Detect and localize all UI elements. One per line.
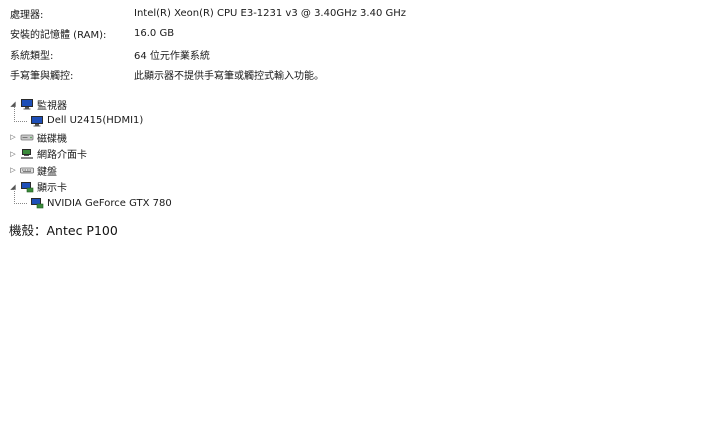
tree-label-disk-drives: 磁碟機 [37,133,67,145]
tree-label-dell-monitor: Dell U2415(HDMI1) [47,115,144,127]
keyboard-icon [20,164,34,176]
tree-label-display-adapters: 顯示卡 [37,183,67,195]
ram-value: 16.0 GB [134,28,175,40]
expand-arrow-icon[interactable]: ▷ [8,150,18,158]
pen-touch-label: 手寫筆與觸控: [10,71,74,83]
tree-label-nvidia-gpu: NVIDIA GeForce GTX 780 [47,197,172,209]
system-type-value: 64 位元作業系統 [134,50,210,62]
tree-connector [14,189,27,204]
display-adapter-icon [30,197,44,209]
tree-node-nvidia-gpu[interactable]: NVIDIA GeForce GTX 780 [8,189,408,212]
ram-row: 安裝的記憶體 (RAM): 16.0 GB [10,24,710,45]
tree-label-monitors: 監視器 [37,100,67,112]
tree-node-display-adapters[interactable]: ◢ 顯示卡 [8,179,408,196]
ram-label: 安裝的記憶體 (RAM): [10,30,107,42]
disk-drive-icon [20,131,34,143]
network-adapter-icon [20,148,34,160]
pen-touch-value: 此顯示器不提供手寫筆或觸控式輸入功能。 [134,71,324,83]
tree-label-network-adapters: 網路介面卡 [37,150,87,162]
expand-arrow-icon[interactable]: ▷ [8,133,18,141]
processor-value: Intel(R) Xeon(R) CPU E3-1231 v3 @ 3.40GH… [134,7,406,19]
processor-label: 處理器: [10,9,44,21]
tree-node-network-adapters[interactable]: ▷ 網路介面卡 [8,146,408,163]
system-type-label: 系統類型: [10,50,54,62]
processor-row: 處理器: Intel(R) Xeon(R) CPU E3-1231 v3 @ 3… [10,3,710,24]
expand-arrow-icon[interactable]: ▷ [8,166,18,174]
tree-node-disk-drives[interactable]: ▷ 磁碟機 [8,129,408,146]
case-caption: 機殼：Antec P100 [9,223,118,238]
pen-touch-row: 手寫筆與觸控: 此顯示器不提供手寫筆或觸控式輸入功能。 [10,65,710,86]
tree-node-dell-monitor[interactable]: Dell U2415(HDMI1) [8,106,408,130]
monitor-icon [30,115,44,127]
tree-label-keyboards: 鍵盤 [37,166,57,178]
device-tree: ◢ 監視器 Dell U2415(HDMI1) ▷ 磁碟機 ▷ 網路介面卡 ▷ … [8,96,408,212]
tree-node-monitors[interactable]: ◢ 監視器 [8,96,408,113]
tree-connector [14,106,27,122]
tree-node-keyboards[interactable]: ▷ 鍵盤 [8,162,408,179]
system-properties: 處理器: Intel(R) Xeon(R) CPU E3-1231 v3 @ 3… [10,3,710,85]
system-type-row: 系統類型: 64 位元作業系統 [10,44,710,65]
